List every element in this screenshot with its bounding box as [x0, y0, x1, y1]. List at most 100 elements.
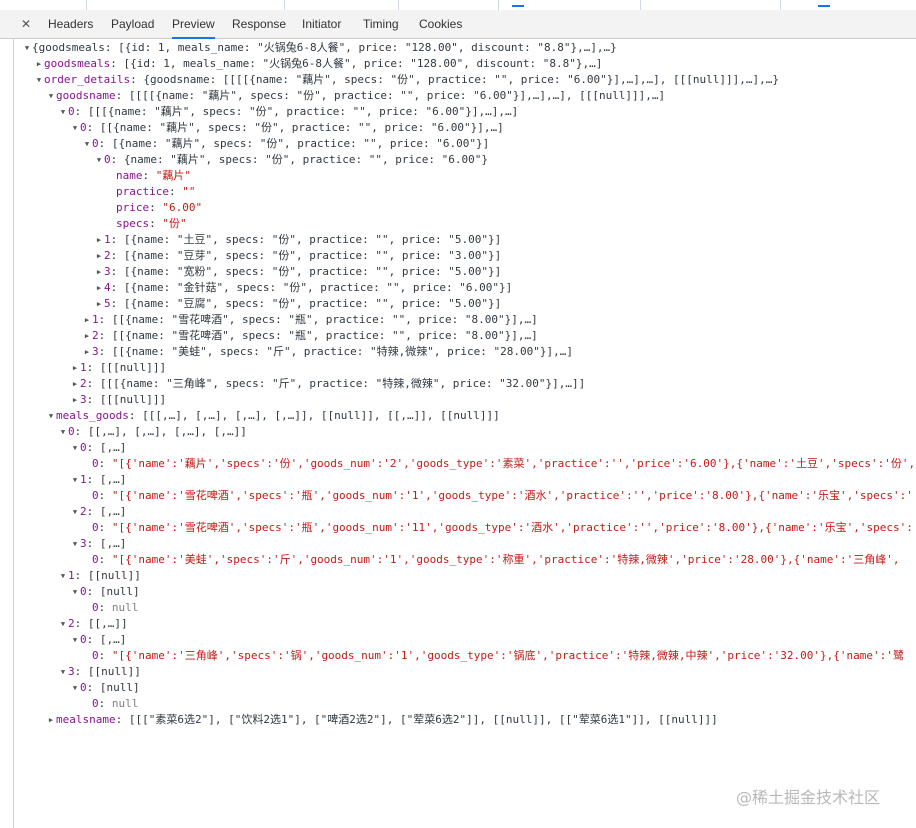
expanded-caret-icon[interactable]: ▼	[34, 72, 44, 88]
expanded-caret-icon[interactable]: ▼	[70, 504, 80, 520]
collapsed-caret-icon[interactable]: ▶	[82, 328, 92, 344]
tab-headers[interactable]: Headers	[48, 10, 93, 38]
tree-row[interactable]: ▼ order_details: {goodsname: [[[[{name: "…	[34, 72, 779, 88]
tree-key: 3	[80, 537, 87, 550]
collapsed-caret-icon[interactable]: ▶	[70, 360, 80, 376]
tree-row[interactable]: ▼ 2: [,…]	[70, 504, 126, 520]
collapsed-caret-icon[interactable]: ▶	[70, 392, 80, 408]
tree-row[interactable]: ▶ 1: [{name: "土豆", specs: "份", practice: …	[94, 232, 501, 248]
tree-row[interactable]: ▶ mealsname: [[["素菜6选2"], ["饮料2选1"], ["啤酒…	[46, 712, 718, 728]
tree-preview-text: : [{name: "豆腐", specs: "份", practice: ""…	[110, 297, 502, 310]
expanded-caret-icon[interactable]: ▼	[46, 88, 56, 104]
tree-row[interactable]: ▶ 4: [{name: "金针菇", specs: "份", practice:…	[94, 280, 512, 296]
tree-key: 0	[80, 585, 87, 598]
expanded-caret-icon[interactable]: ▼	[70, 536, 80, 552]
expanded-caret-icon[interactable]: ▼	[22, 40, 32, 56]
tree-row[interactable]: ▶ 2: [{name: "豆芽", specs: "份", practice: …	[94, 248, 501, 264]
tree-key: 0	[104, 153, 111, 166]
tree-row[interactable]: ▼ 0: [[,…], [,…], [,…], [,…]]	[58, 424, 247, 440]
tree-row[interactable]: ▼ 1: [,…]	[70, 472, 126, 488]
tree-row[interactable]: ▶ 2: [[{name: "雪花啤酒", specs: "瓶", practic…	[82, 328, 538, 344]
tree-key: 0	[80, 633, 87, 646]
expanded-caret-icon[interactable]: ▼	[70, 632, 80, 648]
tree-key: practice	[116, 185, 169, 198]
tree-key: 2	[80, 377, 87, 390]
tree-row[interactable]: ▼ 0: [null]	[70, 584, 140, 600]
tree-row[interactable]: ▶ 1: [[{name: "雪花啤酒", specs: "瓶", practic…	[82, 312, 538, 328]
expanded-caret-icon[interactable]: ▼	[82, 136, 92, 152]
tree-preview-text: : [[[null]]]	[86, 361, 167, 374]
expanded-caret-icon[interactable]: ▼	[58, 104, 68, 120]
strip-divider	[640, 0, 641, 10]
expanded-caret-icon[interactable]: ▼	[70, 680, 80, 696]
tree-row[interactable]: ▶ 3: [{name: "宽粉", specs: "份", practice: …	[94, 264, 501, 280]
tree-key: 4	[104, 281, 111, 294]
tree-row[interactable]: ▼ goodsname: [[[[{name: "藕片", specs: "份",…	[46, 88, 665, 104]
tree-row[interactable]: ▼ 2: [[,…]]	[58, 616, 128, 632]
collapsed-caret-icon[interactable]: ▶	[94, 264, 104, 280]
tree-row[interactable]: ▼ {goodsmeals: [{id: 1, meals_name: "火锅兔6…	[22, 40, 617, 56]
tab-timing[interactable]: Timing	[363, 10, 399, 38]
collapsed-caret-icon[interactable]: ▶	[82, 344, 92, 360]
tree-preview-text: :	[98, 457, 112, 470]
tree-row[interactable]: ▼ 0: [,…]	[70, 632, 126, 648]
tree-preview-text: :	[98, 649, 112, 662]
tree-row[interactable]: ▼ 0: [{name: "藕片", specs: "份", practice: …	[82, 136, 489, 152]
tab-preview[interactable]: Preview	[172, 10, 215, 39]
collapsed-caret-icon[interactable]: ▶	[94, 248, 104, 264]
tree-key: 0	[80, 441, 87, 454]
tree-preview-text: : [null]	[86, 585, 140, 598]
tree-row[interactable]: ▶ 3: [[{name: "美蛙", specs: "斤", practice:…	[82, 344, 573, 360]
tree-row[interactable]: ▶ 1: [[[null]]]	[70, 360, 166, 376]
tree-row[interactable]: ▶ 2: [[[{name: "三角峰", specs: "斤", practic…	[70, 376, 585, 392]
tree-string-value: "[{'name':'雪花啤酒','specs':'瓶','goods_num'…	[111, 489, 913, 502]
tree-null-value: null	[111, 697, 139, 710]
tree-key: 1	[68, 569, 75, 582]
tree-key: 2	[104, 249, 111, 262]
collapsed-caret-icon[interactable]: ▶	[70, 376, 80, 392]
tree-row[interactable]: ▼ 3: [,…]	[70, 536, 126, 552]
expanded-caret-icon[interactable]: ▼	[58, 424, 68, 440]
tree-row[interactable]: ▼ 0: {name: "藕片", specs: "份", practice: "…	[94, 152, 488, 168]
tree-row[interactable]: ▶ goodsmeals: [{id: 1, meals_name: "火锅兔6-…	[34, 56, 602, 72]
tree-key: 2	[80, 505, 87, 518]
tab-initiator[interactable]: Initiator	[302, 10, 341, 38]
collapsed-caret-icon[interactable]: ▶	[46, 712, 56, 728]
tree-row[interactable]: ▼ meals_goods: [[[,…], [,…], [,…], [,…]],…	[46, 408, 500, 424]
tree-preview-text: : [,…]	[86, 537, 127, 550]
expanded-caret-icon[interactable]: ▼	[58, 568, 68, 584]
expanded-caret-icon[interactable]: ▼	[70, 472, 80, 488]
tree-preview-text: : [[{name: "美蛙", specs: "斤", practice: "…	[98, 345, 573, 358]
close-icon[interactable]: ✕	[18, 16, 34, 32]
collapsed-caret-icon[interactable]: ▶	[94, 232, 104, 248]
expanded-caret-icon[interactable]: ▼	[70, 584, 80, 600]
tree-key: order_details	[44, 73, 131, 86]
collapsed-caret-icon[interactable]: ▶	[94, 296, 104, 312]
tree-preview-text: : [[,…]]	[74, 617, 128, 630]
tree-row[interactable]: ▼ 1: [[null]]	[58, 568, 141, 584]
tree-row: price: "6.00"	[106, 200, 202, 216]
expanded-caret-icon[interactable]: ▼	[58, 664, 68, 680]
expanded-caret-icon[interactable]: ▼	[58, 616, 68, 632]
tree-row[interactable]: ▼ 0: [[[{name: "藕片", specs: "份", practice…	[58, 104, 518, 120]
tree-row[interactable]: ▶ 3: [[[null]]]	[70, 392, 166, 408]
tree-row[interactable]: ▼ 0: [null]	[70, 680, 140, 696]
expanded-caret-icon[interactable]: ▼	[94, 152, 104, 168]
expanded-caret-icon[interactable]: ▼	[46, 408, 56, 424]
tree-row[interactable]: ▼ 0: [[{name: "藕片", specs: "份", practice:…	[70, 120, 504, 136]
tree-preview-text: :	[98, 553, 112, 566]
tree-row[interactable]: ▶ 5: [{name: "豆腐", specs: "份", practice: …	[94, 296, 501, 312]
expanded-caret-icon[interactable]: ▼	[70, 440, 80, 456]
tree-row[interactable]: ▼ 0: [,…]	[70, 440, 126, 456]
collapsed-caret-icon[interactable]: ▶	[34, 56, 44, 72]
expanded-caret-icon[interactable]: ▼	[70, 120, 80, 136]
tab-response[interactable]: Response	[232, 10, 286, 38]
tree-row[interactable]: ▼ 3: [[null]]	[58, 664, 141, 680]
collapsed-caret-icon[interactable]: ▶	[82, 312, 92, 328]
tab-payload[interactable]: Payload	[111, 10, 154, 38]
tab-cookies[interactable]: Cookies	[419, 10, 462, 38]
collapsed-caret-icon[interactable]: ▶	[94, 280, 104, 296]
tree-preview-text: : [{name: "藕片", specs: "份", practice: ""…	[98, 137, 490, 150]
tree-preview-text: :	[98, 489, 112, 502]
tree-key: specs	[116, 217, 150, 230]
